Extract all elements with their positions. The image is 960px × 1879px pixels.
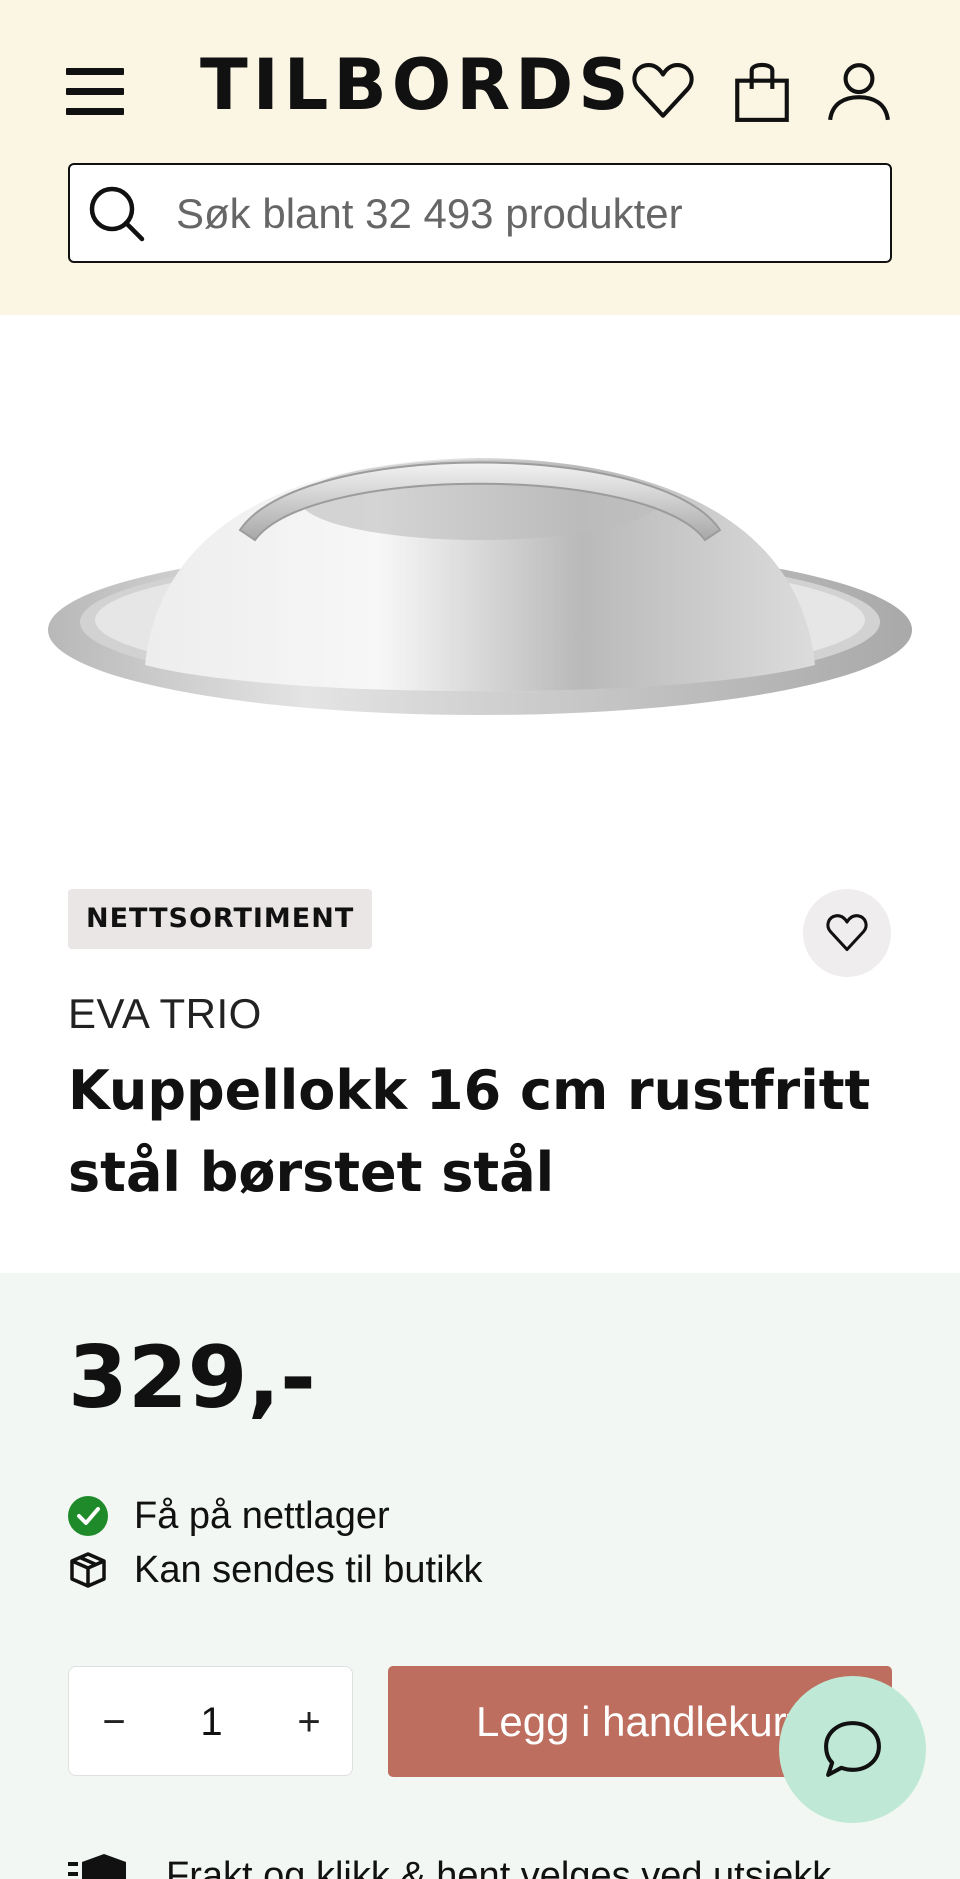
search-icon[interactable] bbox=[84, 181, 148, 245]
shopping-bag-icon[interactable] bbox=[729, 58, 795, 124]
dome-lid-product-image bbox=[48, 458, 912, 715]
site-logo[interactable]: TILBORDS bbox=[200, 50, 634, 120]
stock-status-online: Få på nettlager bbox=[68, 1492, 390, 1540]
heart-icon bbox=[826, 914, 868, 952]
product-badge: NETTSORTIMENT bbox=[68, 889, 373, 949]
store-delivery-status: Kan sendes til butikk bbox=[68, 1546, 483, 1594]
shipping-text: Frakt og klikk & hent velges ved utsjekk bbox=[166, 1854, 832, 1879]
search-bar[interactable] bbox=[68, 163, 892, 263]
increase-quantity-button[interactable]: + bbox=[264, 1667, 354, 1777]
check-circle-icon bbox=[68, 1496, 108, 1536]
add-to-favorites-button[interactable] bbox=[803, 889, 891, 977]
heart-icon[interactable] bbox=[630, 58, 696, 124]
product-price: 329,- bbox=[68, 1328, 316, 1428]
search-input[interactable] bbox=[176, 183, 876, 245]
stock-status-text: Få på nettlager bbox=[134, 1494, 390, 1537]
package-icon bbox=[70, 1552, 106, 1588]
quantity-value[interactable]: 1 bbox=[159, 1667, 264, 1777]
chat-button[interactable] bbox=[779, 1676, 926, 1823]
delivery-box-icon bbox=[68, 1854, 126, 1879]
site-header: TILBORDS bbox=[0, 0, 960, 315]
store-delivery-text: Kan sendes til butikk bbox=[134, 1548, 483, 1591]
quantity-stepper: − 1 + bbox=[68, 1666, 353, 1776]
product-title: Kuppellokk 16 cm rustfritt stål børstet … bbox=[68, 1059, 871, 1204]
shipping-info: Frakt og klikk & hent velges ved utsjekk bbox=[68, 1852, 831, 1879]
chat-bubble-icon bbox=[824, 1721, 881, 1777]
product-brand[interactable]: EVA TRIO bbox=[68, 990, 262, 1038]
user-icon[interactable] bbox=[826, 58, 892, 124]
hamburger-menu-icon[interactable] bbox=[66, 68, 124, 116]
decrease-quantity-button[interactable]: − bbox=[69, 1667, 159, 1777]
